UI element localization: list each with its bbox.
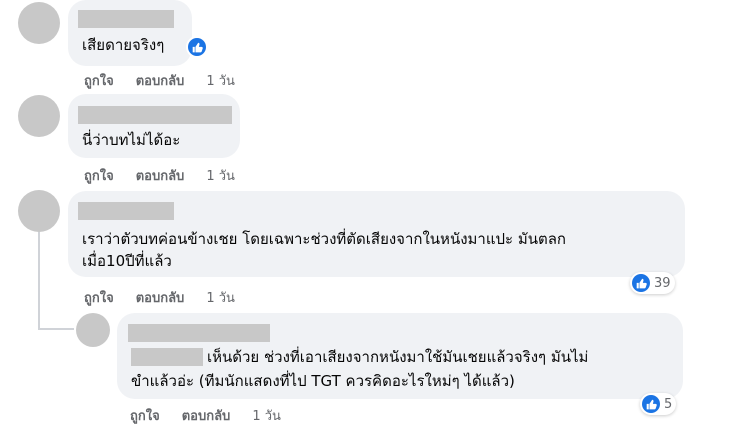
reply-link[interactable]: ตอบกลับ <box>136 70 185 91</box>
reaction-summary[interactable]: 39 <box>630 272 675 294</box>
timestamp[interactable]: 1 วัน <box>206 165 235 186</box>
reaction-count: 39 <box>654 275 671 291</box>
thread-line-horizontal <box>38 328 74 330</box>
comment-actions: ถูกใจ ตอบกลับ 1 วัน <box>84 287 235 308</box>
like-link[interactable]: ถูกใจ <box>84 70 114 91</box>
like-thumb-icon <box>642 395 660 413</box>
like-link[interactable]: ถูกใจ <box>84 287 114 308</box>
reply-text-line: ขำแล้วอ่ะ (ทีมนักแสดงที่ไป TGT ควรคิดอะไ… <box>131 372 515 390</box>
like-thumb-icon[interactable] <box>186 36 208 58</box>
timestamp[interactable]: 1 วัน <box>206 70 235 91</box>
comment-actions: ถูกใจ ตอบกลับ 1 วัน <box>84 165 235 186</box>
reaction-count: 5 <box>664 396 673 412</box>
comment-text: นี่ว่าบทไม่ได้อะ <box>82 131 181 149</box>
avatar[interactable] <box>18 190 60 232</box>
reply-link[interactable]: ตอบกลับ <box>182 405 231 426</box>
comment-text-line: เราว่าตัวบทค่อนข้างเชย โดยเฉพาะช่วงที่ตั… <box>82 230 566 248</box>
like-link[interactable]: ถูกใจ <box>84 165 114 186</box>
redacted-author-name[interactable] <box>78 10 174 28</box>
avatar[interactable] <box>76 313 110 347</box>
reply-link[interactable]: ตอบกลับ <box>136 287 185 308</box>
comment-text: เสียดายจริงๆ <box>82 36 165 54</box>
redacted-author-name[interactable] <box>78 106 232 124</box>
comment-bubble: เสียดายจริงๆ <box>68 0 192 66</box>
reaction-summary[interactable]: 5 <box>640 393 677 415</box>
thread-line-vertical <box>38 230 40 330</box>
comment-actions: ถูกใจ ตอบกลับ 1 วัน <box>84 70 235 91</box>
reply-text-line: เห็นด้วย ช่วงที่เอาเสียงจากหนังมาใช้มันเ… <box>207 348 589 366</box>
comment-text-line: เมื่อ10ปีที่แล้ว <box>82 252 172 270</box>
redacted-mention[interactable] <box>131 348 203 366</box>
reply-actions: ถูกใจ ตอบกลับ 1 วัน <box>130 405 281 426</box>
comment-bubble: นี่ว่าบทไม่ได้อะ <box>68 94 240 158</box>
redacted-author-name[interactable] <box>78 202 174 220</box>
reply-bubble: เห็นด้วย ช่วงที่เอาเสียงจากหนังมาใช้มันเ… <box>117 313 683 399</box>
avatar[interactable] <box>18 2 60 44</box>
avatar[interactable] <box>18 95 60 137</box>
redacted-author-name[interactable] <box>128 324 270 342</box>
timestamp[interactable]: 1 วัน <box>206 287 235 308</box>
timestamp[interactable]: 1 วัน <box>252 405 281 426</box>
like-link[interactable]: ถูกใจ <box>130 405 160 426</box>
comment-bubble: เราว่าตัวบทค่อนข้างเชย โดยเฉพาะช่วงที่ตั… <box>68 191 685 277</box>
like-thumb-icon <box>632 274 650 292</box>
reply-link[interactable]: ตอบกลับ <box>136 165 185 186</box>
